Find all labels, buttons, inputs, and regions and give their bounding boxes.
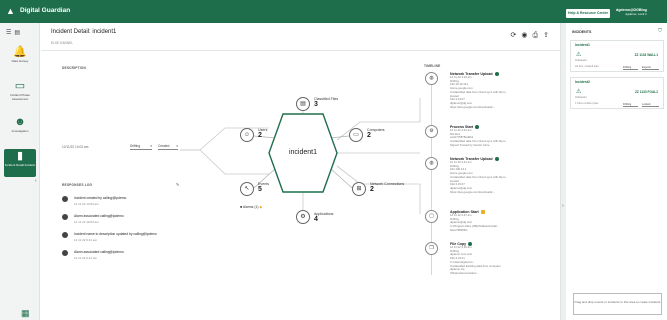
incident-card-status: Unknown	[575, 58, 587, 62]
incidents-heading: INCIDENTS	[572, 30, 592, 34]
classified-files-text: Classified Files 3	[314, 97, 338, 109]
incident-status-select[interactable]: Exports	[642, 65, 659, 70]
node-count: 2	[370, 186, 374, 193]
incident-owner-select[interactable]: Drifting	[623, 102, 638, 107]
classified-files-node[interactable]: ▤	[296, 97, 310, 111]
timeline-event[interactable]: Process Start 12 11 22 2:31 am DG-Dev ca…	[450, 125, 550, 148]
copy-icon[interactable]: ❐	[425, 242, 438, 255]
gear-icon: ⚙	[296, 210, 310, 224]
node-count: 2	[258, 132, 262, 139]
incident-card-name: Incident1	[575, 43, 590, 47]
file-icon: ▤	[296, 97, 310, 111]
timeline-event[interactable]: Network Transfer Upload 12 11 22 2:41 am…	[450, 157, 550, 194]
alarms-label: Alarms (1)	[242, 205, 259, 209]
applications-node[interactable]: ⚙	[296, 210, 310, 224]
incident-card[interactable]: Incident1 ⚠ Unknown ZZ 1133 WALL1 Alt fr…	[570, 40, 664, 72]
computers-node[interactable]: ▭	[349, 128, 363, 142]
info-badge-icon	[494, 157, 499, 162]
timeline-event[interactable]: Application Start 12 11 22 2:37 am Drift…	[450, 210, 550, 233]
incident-owner-select[interactable]: Drifting	[623, 65, 638, 70]
event-line: Signed Trusted by Vendor Circe	[450, 142, 490, 147]
computers-text: Computers 2	[367, 128, 385, 140]
incident-dropzone[interactable]: Drag and drop events or incidents to thi…	[573, 293, 662, 315]
node-count: 4	[314, 216, 318, 223]
warning-badge-icon	[480, 210, 485, 215]
info-badge-icon	[494, 72, 499, 77]
alarm-icon: ■	[240, 205, 243, 209]
events-text: Events 5	[258, 182, 269, 194]
incidents-panel: INCIDENTS ⛉ Incident1 ⚠ Unknown ZZ 1133 …	[566, 23, 667, 320]
alert-triangle-icon: ⚠	[576, 89, 582, 95]
incident-status-select[interactable]: Locked	[642, 102, 659, 107]
dropzone-text: Drag and drop events or incidents to thi…	[574, 300, 661, 304]
laptop-icon: ▭	[349, 128, 363, 142]
incident-card-status: Unknown	[575, 95, 587, 99]
incident-card-row: Alt fres, created loan	[575, 65, 599, 68]
node-count: 3	[314, 101, 318, 108]
globe-icon[interactable]: ◍	[425, 72, 438, 85]
incident-card[interactable]: Incident2 ⚠ Unknown ZZ 1133 FOAL2 1 Fdex…	[570, 77, 664, 109]
timeline-event[interactable]: File Copy 12 11 22 2:30 am Drifting dgde…	[450, 242, 550, 276]
node-count: 2	[367, 132, 371, 139]
alert-triangle-icon: ⚠	[576, 52, 582, 58]
gear-icon[interactable]: ⚙	[425, 125, 438, 138]
incident-card-row: 1 Fdex incident plan	[575, 102, 599, 105]
chevron-right-icon[interactable]: ›	[562, 203, 564, 209]
incident-center-label: incident1	[288, 149, 318, 156]
user-icon: ☺	[240, 128, 254, 142]
node-count: 5	[258, 186, 262, 193]
network-connections-node[interactable]: ⊞	[352, 182, 366, 196]
alarms-tag[interactable]: ■ Alarms (1) ◆	[240, 205, 262, 209]
pointer-icon: ↖	[240, 182, 254, 196]
filter-icon[interactable]: ⛉	[658, 28, 662, 34]
users-text: Users 2	[258, 128, 267, 140]
node-label: Network Connections	[370, 182, 405, 186]
users-node[interactable]: ☺	[240, 128, 254, 142]
incident-card-id: ZZ 1133 FOAL2	[634, 90, 658, 94]
timeline-heading: TIMELINE	[424, 64, 441, 68]
event-line: bdce7982f0b1	[450, 227, 468, 232]
event-line: \\Shares\Homeshare\...	[450, 270, 479, 275]
incident-card-id: ZZ 1133 WALL1	[634, 53, 658, 57]
incident-card-name: Incident2	[575, 80, 590, 84]
network-connections-text: Network Connections 2	[370, 182, 404, 194]
event-line: https://dev.google.com/downloads/...	[450, 104, 496, 109]
event-line: https://dev.google.com/downloads/...	[450, 189, 496, 194]
globe-icon[interactable]: ◍	[425, 157, 438, 170]
info-badge-icon	[475, 125, 480, 130]
warning-icon: ◆	[259, 205, 263, 209]
applications-text: Applications 4	[314, 212, 333, 224]
timeline-event[interactable]: Network Transfer Upload 12 11 22 3:10 am…	[450, 72, 550, 109]
window-icon[interactable]: ▢	[425, 210, 438, 223]
network-icon: ⊞	[352, 182, 366, 196]
events-node[interactable]: ↖	[240, 182, 254, 196]
